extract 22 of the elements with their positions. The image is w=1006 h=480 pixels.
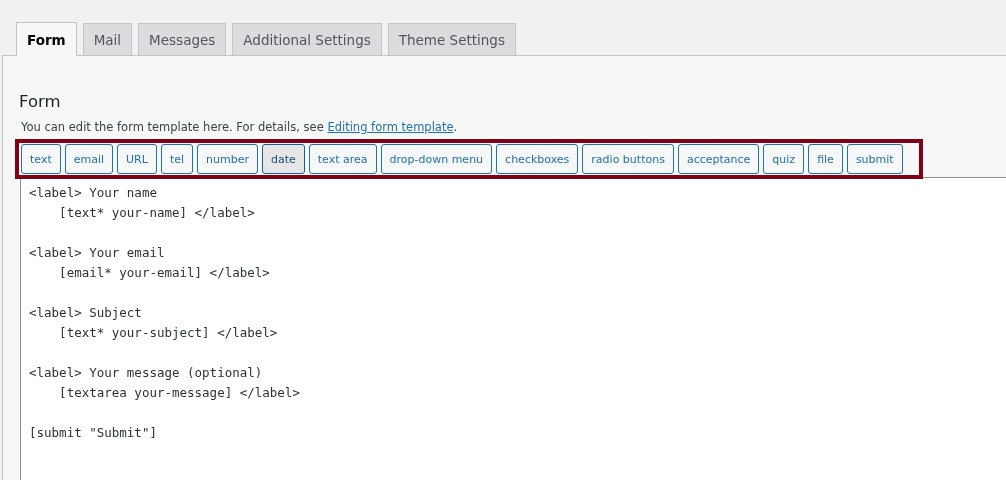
- tag-button[interactable]: file: [808, 144, 843, 174]
- tag-button[interactable]: checkboxes: [496, 144, 579, 174]
- tag-button[interactable]: radio buttons: [582, 144, 674, 174]
- tab[interactable]: Form: [16, 22, 77, 56]
- tag-button[interactable]: quiz: [763, 144, 805, 174]
- tag-button[interactable]: text: [21, 144, 61, 174]
- tag-button[interactable]: tel: [160, 144, 194, 174]
- description-text: You can edit the form template here. For details, see Editing form template.: [21, 120, 459, 134]
- code-editor[interactable]: <label> Your name [text* your-name] </label> <label> Your email [email* your-email] </label> <label> Subject [text* your-subject] </label> <label> Your message (optional) [textarea your-message] </label> [submit "Submit"]: [20, 177, 1006, 480]
- tab[interactable]: Messages: [138, 23, 227, 55]
- tag-button[interactable]: acceptance: [677, 144, 760, 174]
- tab[interactable]: Additional Settings: [232, 23, 382, 55]
- tag-button[interactable]: date: [261, 144, 305, 174]
- tag-button[interactable]: text area: [308, 144, 377, 174]
- tag-button[interactable]: drop-down menu: [380, 144, 493, 174]
- tag-button[interactable]: submit: [846, 144, 903, 174]
- tag-button[interactable]: URL: [117, 144, 157, 174]
- tab[interactable]: Mail: [82, 23, 133, 55]
- section-heading: Form: [19, 92, 61, 111]
- tab[interactable]: Theme Settings: [387, 23, 516, 55]
- tag-button[interactable]: number: [197, 144, 258, 174]
- tag-button[interactable]: email: [64, 144, 114, 174]
